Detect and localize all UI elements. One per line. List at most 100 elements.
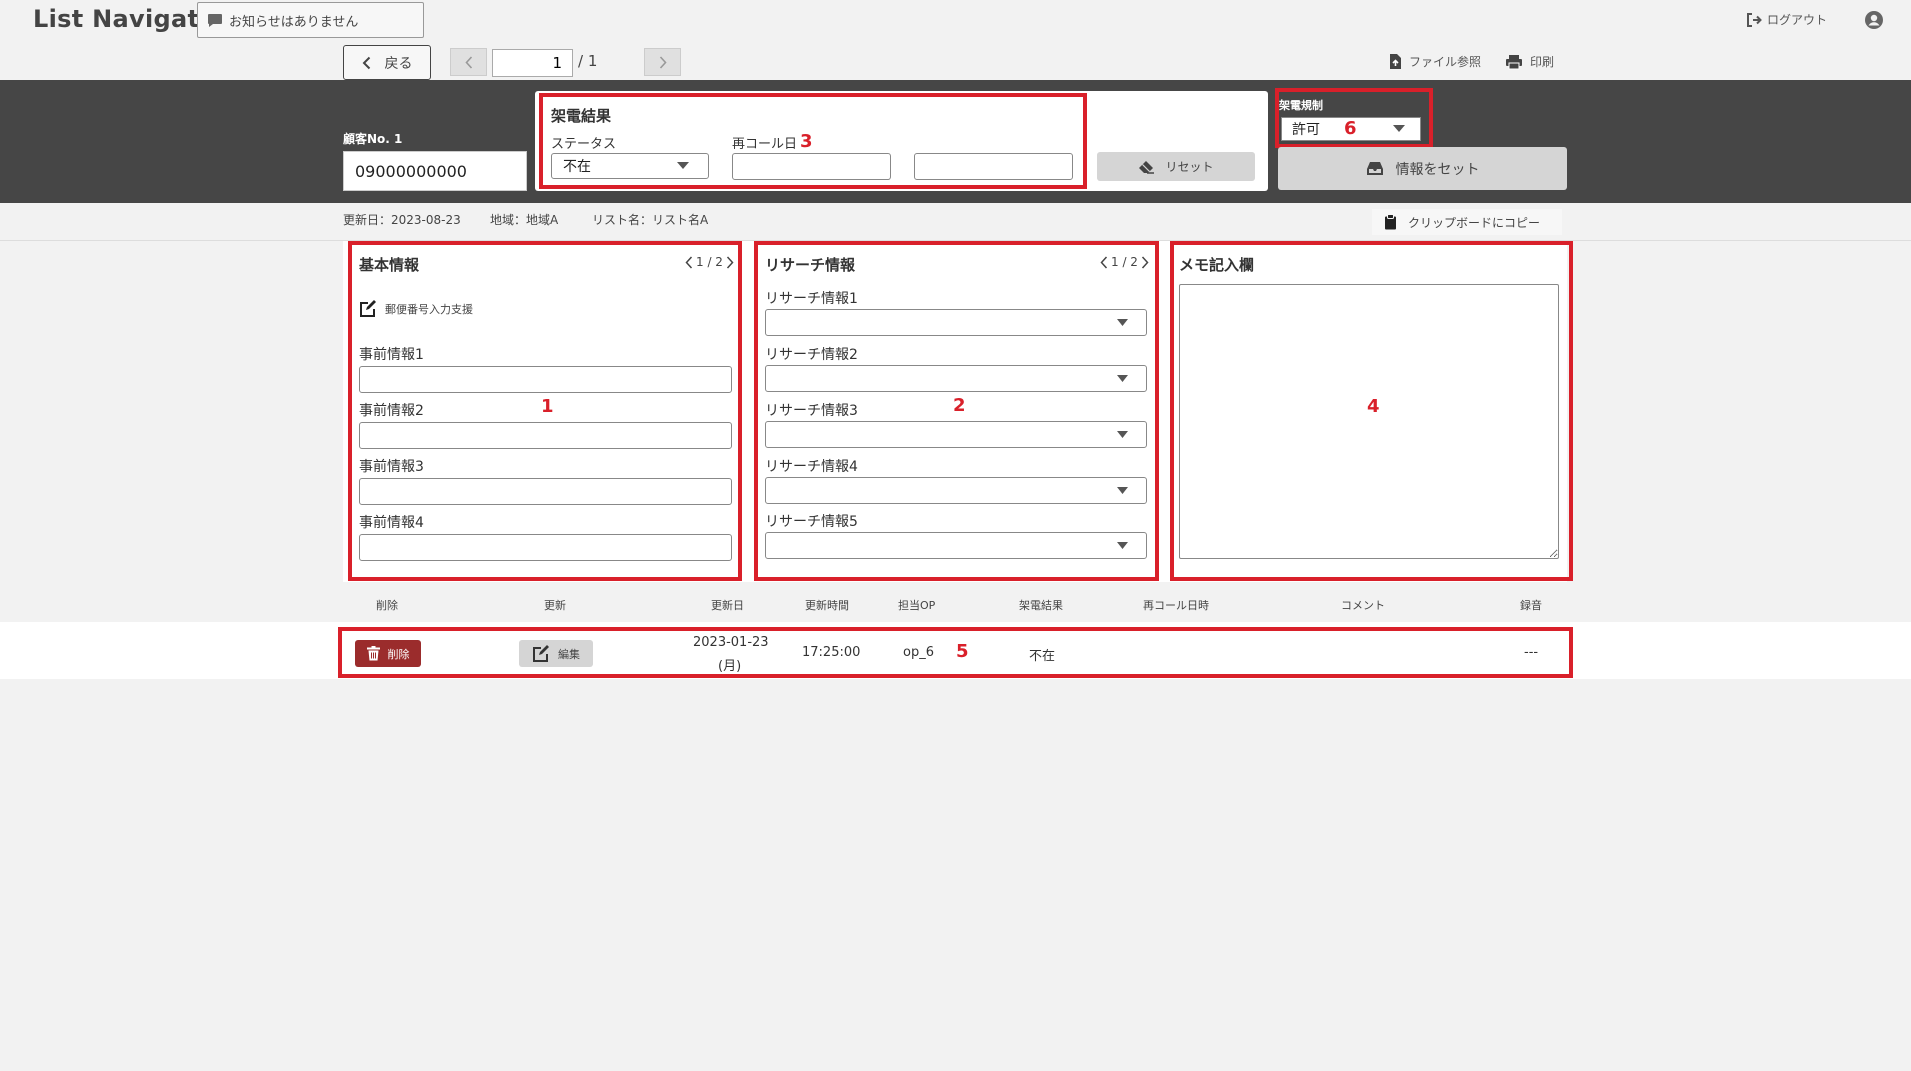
edit-row-button[interactable]: 編集 <box>519 640 593 667</box>
recall-date-input[interactable] <box>732 153 891 180</box>
caret-down-icon <box>1117 487 1128 494</box>
caret-down-icon <box>677 162 689 169</box>
memo-textarea[interactable] <box>1179 284 1559 559</box>
research-select-2[interactable] <box>765 365 1147 392</box>
research-field-label-3: リサーチ情報3 <box>765 403 858 419</box>
research-select-5[interactable] <box>765 532 1147 559</box>
chevron-right-icon[interactable] <box>726 255 734 269</box>
print-label: 印刷 <box>1530 55 1555 69</box>
zip-code-helper-button[interactable]: 郵便番号入力支援 <box>359 300 473 317</box>
chat-icon <box>207 13 223 28</box>
meta-updated-date: 更新日：2023-08-23 <box>343 213 461 227</box>
clipboard-icon <box>1384 214 1397 230</box>
basic-field-input-4[interactable] <box>359 534 732 561</box>
annotation-3: 3 <box>800 131 813 152</box>
memo-title: メモ記入欄 <box>1179 256 1255 274</box>
customer-phone-input[interactable] <box>343 151 527 191</box>
row-result: 不在 <box>1029 649 1056 664</box>
highlight-box-6 <box>1275 88 1433 148</box>
basic-info-title: 基本情報 <box>359 256 420 274</box>
eraser-icon <box>1138 160 1155 174</box>
page-number-input[interactable] <box>492 49 573 77</box>
reset-button[interactable]: リセット <box>1097 152 1255 181</box>
edit-icon <box>359 300 377 317</box>
next-page-button[interactable] <box>644 48 681 76</box>
file-reference-button[interactable]: ファイル参照 <box>1389 53 1481 70</box>
basic-info-page: 1 / 2 <box>696 255 723 269</box>
row-time: 17:25:00 <box>802 645 861 660</box>
research-info-pager[interactable]: 1 / 2 <box>1100 255 1149 269</box>
printer-icon <box>1505 54 1523 70</box>
basic-field-input-2[interactable] <box>359 422 732 449</box>
chevron-left-icon[interactable] <box>685 255 693 269</box>
chevron-left-icon <box>362 56 371 70</box>
basic-field-input-1[interactable] <box>359 366 732 393</box>
set-info-label: 情報をセット <box>1395 161 1480 178</box>
research-field-label-4: リサーチ情報4 <box>765 459 858 475</box>
inbox-icon <box>1366 161 1384 176</box>
file-upload-icon <box>1389 53 1402 70</box>
chevron-right-icon[interactable] <box>1141 255 1149 269</box>
row-date: 2023-01-23 <box>693 635 769 650</box>
zip-code-helper-label: 郵便番号入力支援 <box>385 302 473 316</box>
row-recording: --- <box>1524 645 1539 660</box>
customer-number-label: 顧客No. 1 <box>343 132 403 146</box>
col-header-comment: コメント <box>1341 599 1385 612</box>
status-value: 不在 <box>563 159 591 175</box>
logout-button[interactable]: ログアウト <box>1746 11 1827 28</box>
trash-icon <box>366 646 380 661</box>
basic-field-input-3[interactable] <box>359 478 732 505</box>
col-header-edit: 更新 <box>544 599 566 612</box>
caret-down-icon <box>1117 319 1128 326</box>
meta-region: 地域：地域A <box>490 213 559 227</box>
status-label: ステータス <box>551 137 617 152</box>
reset-label: リセット <box>1165 160 1214 174</box>
caret-down-icon <box>1117 431 1128 438</box>
chevron-right-icon <box>659 55 667 69</box>
col-header-operator: 担当OP <box>898 599 936 612</box>
annotation-5: 5 <box>956 641 969 662</box>
recall-date-label: 再コール日 <box>732 137 798 152</box>
prev-page-button[interactable] <box>450 48 487 76</box>
caret-down-icon <box>1117 375 1128 382</box>
basic-field-label-3: 事前情報3 <box>359 459 424 475</box>
basic-field-label-2: 事前情報2 <box>359 403 424 419</box>
research-field-label-5: リサーチ情報5 <box>765 514 858 530</box>
annotation-1: 1 <box>541 396 554 417</box>
logout-label: ログアウト <box>1767 13 1828 27</box>
user-avatar-icon[interactable] <box>1864 10 1884 30</box>
copy-clipboard-button[interactable]: クリップボードにコピー <box>1372 209 1562 235</box>
back-button[interactable]: 戻る <box>343 45 431 80</box>
research-field-label-1: リサーチ情報1 <box>765 291 858 307</box>
edit-row-label: 編集 <box>558 647 580 661</box>
col-header-delete: 削除 <box>376 599 398 612</box>
print-button[interactable]: 印刷 <box>1505 53 1554 70</box>
meta-bar <box>0 203 1911 241</box>
research-field-label-2: リサーチ情報2 <box>765 347 858 363</box>
col-header-recall: 再コール日時 <box>1143 599 1209 612</box>
call-result-title: 架電結果 <box>551 107 612 125</box>
basic-field-label-4: 事前情報4 <box>359 515 424 531</box>
edit-icon <box>532 645 550 662</box>
row-operator: op_6 <box>903 645 934 660</box>
basic-field-label-1: 事前情報1 <box>359 347 424 363</box>
delete-row-label: 削除 <box>387 647 410 661</box>
meta-list-name: リスト名：リスト名A <box>592 213 709 227</box>
set-info-button[interactable]: 情報をセット <box>1278 147 1567 190</box>
basic-info-pager[interactable]: 1 / 2 <box>685 255 734 269</box>
recall-time-input[interactable] <box>914 153 1073 180</box>
notice-box[interactable]: お知らせはありません <box>197 2 424 38</box>
research-select-1[interactable] <box>765 309 1147 336</box>
research-select-4[interactable] <box>765 477 1147 504</box>
research-info-page: 1 / 2 <box>1111 255 1138 269</box>
back-label: 戻る <box>384 55 413 72</box>
row-weekday: (月) <box>718 659 742 674</box>
research-select-3[interactable] <box>765 421 1147 448</box>
chevron-left-icon[interactable] <box>1100 255 1108 269</box>
col-header-recording: 録音 <box>1520 599 1542 612</box>
delete-row-button[interactable]: 削除 <box>355 640 421 667</box>
col-header-date: 更新日 <box>711 599 744 612</box>
notice-text: お知らせはありません <box>229 14 359 30</box>
page-total: / 1 <box>578 52 598 70</box>
research-info-title: リサーチ情報 <box>765 256 856 274</box>
